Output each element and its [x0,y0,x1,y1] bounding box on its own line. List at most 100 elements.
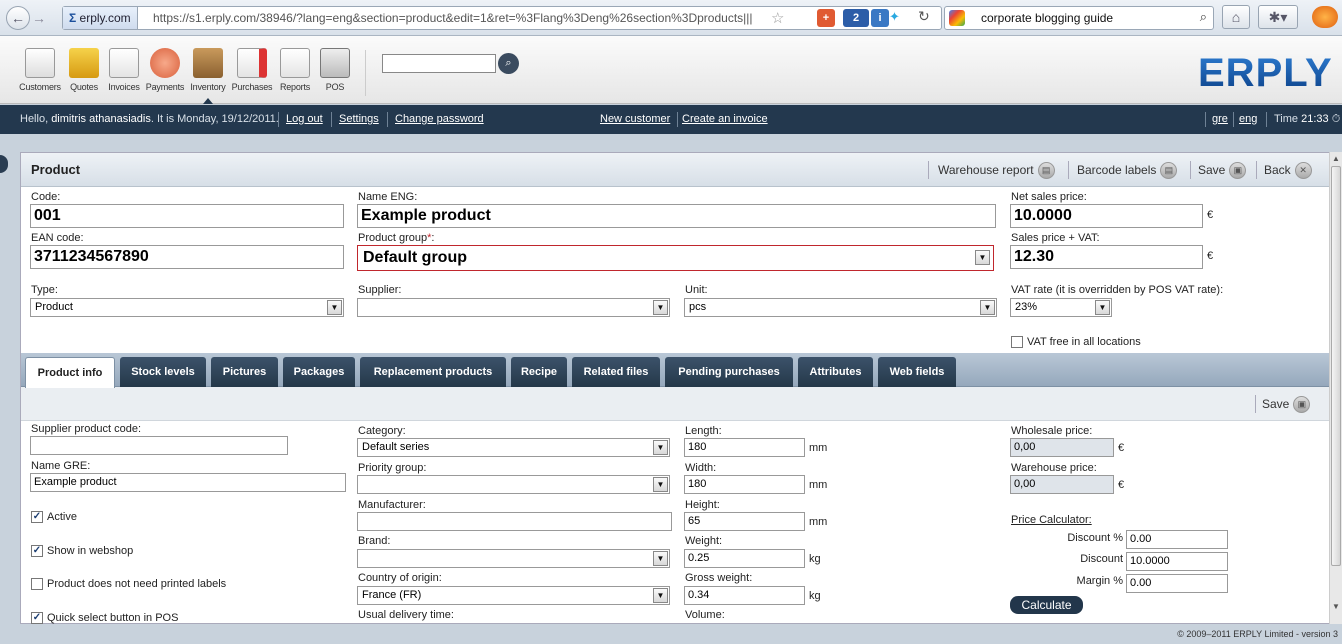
ean-input[interactable]: 3711234567890 [30,245,344,269]
priority-group-select[interactable]: ▼ [357,475,670,494]
gross-weight-input[interactable]: 0.34 [684,586,805,605]
module-payments[interactable]: Payments [143,48,187,94]
tab-stock-levels[interactable]: Stock levels [120,357,206,387]
webshop-checkbox[interactable]: ✓ [31,545,43,557]
supplier-select[interactable]: ▼ [357,298,670,317]
tab-replacement-products[interactable]: Replacement products [360,357,506,387]
module-pos[interactable]: POS [313,48,357,94]
width-input[interactable]: 180 [684,475,805,494]
scroll-thumb[interactable] [1331,166,1341,566]
tab-pending-purchases[interactable]: Pending purchases [665,357,793,387]
info-save-button[interactable]: Save ▣ [1262,395,1311,414]
user-name: dimitris athanasiadis [51,113,151,125]
weight-input[interactable]: 0.25 [684,549,805,568]
scroll-down-icon[interactable]: ▼ [1332,602,1340,611]
country-select[interactable]: France (FR) ▼ [357,586,670,605]
category-select[interactable]: Default series ▼ [357,438,670,457]
height-input[interactable]: 65 [684,512,805,531]
divider [1190,161,1191,179]
calculate-button[interactable]: Calculate [1010,596,1083,614]
width-unit: mm [809,479,828,491]
new-customer-link[interactable]: New customer [600,105,670,134]
address-bar[interactable]: Σ erply.com https://s1.erply.com/38946/?… [62,6,942,30]
forward-arrow-icon[interactable]: → [32,10,46,26]
change-password-link[interactable]: Change password [395,105,484,134]
name-gre-input[interactable]: Example product [30,473,346,492]
invoice-icon [109,48,139,78]
webshop-label: Show in webshop [47,545,134,557]
vat-rate-select[interactable]: 23% ▼ [1010,298,1112,317]
module-reports[interactable]: Reports [273,48,317,94]
bookmark-star-icon[interactable]: ☆ [771,9,784,27]
lang-eng-link[interactable]: eng [1239,105,1257,134]
name-input[interactable]: Example product [357,204,996,228]
code-input[interactable]: 001 [30,204,344,228]
addon-menu-icon[interactable]: ✱▾ [1258,5,1298,29]
back-arrow-icon[interactable]: ← [6,6,30,30]
vat-price-input[interactable]: 12.30 [1010,245,1203,269]
logout-link[interactable]: Log out [286,105,323,134]
dropdown-arrow-icon: ▼ [653,477,668,492]
firefox-icon[interactable] [1312,6,1338,28]
addon-plus-icon[interactable]: + [817,9,835,27]
currency-symbol: € [1207,209,1214,221]
product-group-label: Product group*: [358,232,434,244]
module-customers[interactable]: Customers [18,48,62,94]
barcode-labels-button[interactable]: Barcode labels ▤ [1077,161,1178,180]
dropdown-arrow-icon: ▼ [1095,300,1110,315]
supplier-code-input[interactable] [30,436,288,455]
warehouse-report-button[interactable]: Warehouse report ▤ [938,161,1055,180]
net-price-input[interactable]: 10.0000 [1010,204,1203,228]
tab-pictures[interactable]: Pictures [211,357,278,387]
brand-select[interactable]: ▼ [357,549,670,568]
length-input[interactable]: 180 [684,438,805,457]
browser-search-text[interactable]: corporate blogging guide [981,7,1113,29]
info-icon[interactable]: i [871,9,889,27]
discount-percent-input[interactable]: 0.00 [1126,530,1228,549]
save-button[interactable]: Save ▣ [1198,161,1247,180]
manufacturer-input[interactable] [357,512,672,531]
tab-web-fields[interactable]: Web fields [878,357,956,387]
scroll-up-icon[interactable]: ▲ [1332,154,1340,163]
create-invoice-link[interactable]: Create an invoice [682,105,768,134]
type-select[interactable]: Product ▼ [30,298,344,317]
no-labels-label: Product does not need printed labels [47,578,227,590]
home-icon[interactable]: ⌂ [1222,5,1250,29]
settings-link[interactable]: Settings [339,105,379,134]
browser-search-box[interactable]: corporate blogging guide ⌕ [944,6,1214,30]
quick-select-checkbox[interactable]: ✓ [31,612,43,624]
warehouse-price-label: Warehouse price: [1011,462,1097,474]
app-search-button[interactable]: ⌕ [498,53,519,74]
vat-free-checkbox[interactable] [1011,336,1023,348]
back-button[interactable]: Back ✕ [1264,161,1312,180]
tab-recipe[interactable]: Recipe [511,357,567,387]
unit-select[interactable]: pcs ▼ [684,298,997,317]
tab-attributes[interactable]: Attributes [798,357,873,387]
notification-badge[interactable]: 2 [843,9,869,27]
module-quotes[interactable]: Quotes [62,48,106,94]
active-checkbox[interactable]: ✓ [31,511,43,523]
discount-input[interactable]: 10.0000 [1126,552,1228,571]
lang-gre-link[interactable]: gre [1212,105,1228,134]
module-purchases[interactable]: Purchases [230,48,274,94]
tab-packages[interactable]: Packages [283,357,355,387]
module-invoices[interactable]: Invoices [102,48,146,94]
manufacturer-label: Manufacturer: [358,499,426,511]
site-identity-badge[interactable]: Σ erply.com [63,7,138,29]
tab-product-info[interactable]: Product info [25,357,115,388]
url-text[interactable]: https://s1.erply.com/38946/?lang=eng&sec… [153,7,753,29]
reload-icon[interactable]: ↻ [918,8,930,25]
module-inventory[interactable]: Inventory [186,48,230,94]
side-collapse-handle[interactable] [0,155,8,173]
product-group-select[interactable]: Default group ▼ [357,245,994,271]
margin-percent-input[interactable]: 0.00 [1126,574,1228,593]
discount-label: Discount [1080,553,1123,565]
no-labels-checkbox[interactable] [31,578,43,590]
product-group-value: Default group [363,249,467,266]
vertical-scrollbar[interactable]: ▲ ▼ [1329,152,1342,624]
app-search-input[interactable] [382,54,496,73]
wholesale-price-label: Wholesale price: [1011,425,1093,437]
tab-related-files[interactable]: Related files [572,357,660,387]
twitter-icon[interactable]: ✦ [889,9,900,25]
magnifier-icon[interactable]: ⌕ [1200,9,1207,25]
